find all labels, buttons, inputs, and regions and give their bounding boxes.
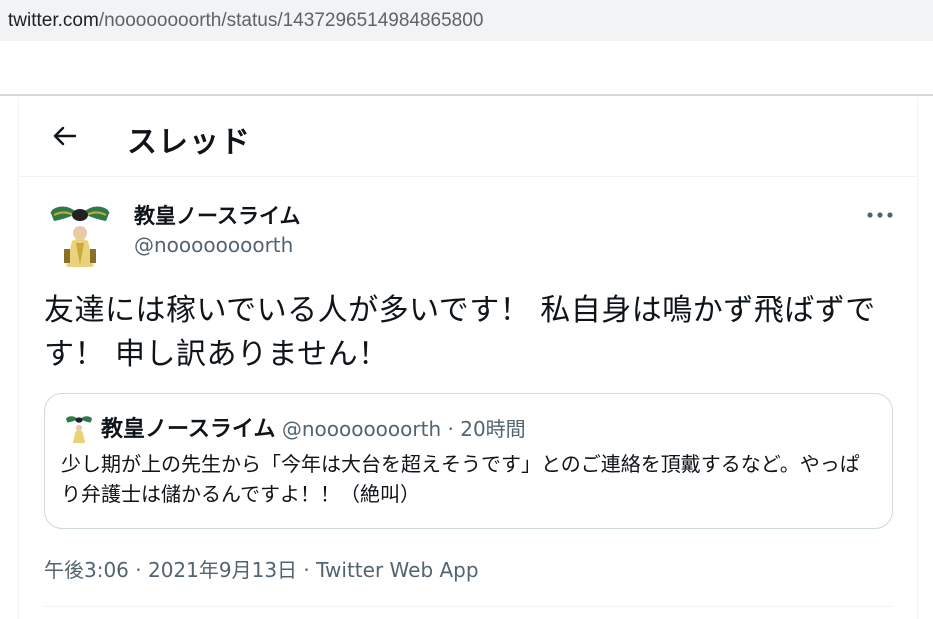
quote-avatar — [63, 412, 95, 444]
author-avatar-image — [44, 197, 116, 269]
meta-separator: · — [297, 558, 317, 582]
quote-author-handle: @noooooooorth — [281, 417, 442, 441]
address-bar[interactable]: twitter.com/noooooooorth/status/14372965… — [0, 0, 933, 41]
avatar[interactable] — [44, 197, 116, 269]
quote-text: 少し期が上の先生から「今年は大台を超えそうです」とのご連絡を頂戴するなど。やっぱ… — [61, 452, 860, 506]
quote-author-name: 教皇ノースライム — [101, 417, 276, 442]
more-options-button[interactable] — [863, 201, 897, 229]
quote-tweet-card[interactable]: 教皇ノースライム @noooooooorth · 20時間 少し期が上の先生から… — [44, 393, 893, 529]
quote-separator: · — [441, 417, 461, 441]
url-path: /noooooooorth/status/1437296514984865800 — [98, 9, 484, 31]
tweet-text: 友達には稼いでいる人が多いです！ 私自身は鳴かず飛ばずです！ 申し訳ありません！ — [44, 293, 876, 372]
thread-header: スレッド — [19, 97, 917, 177]
page-title: スレッド — [127, 125, 251, 160]
quote-time: 20時間 — [460, 417, 526, 441]
author-handle[interactable]: @noooooooorth — [134, 233, 293, 257]
main-column: スレッド 教皇ノースライム @noooooooorth 友達には稼いでいる人が多… — [18, 97, 918, 619]
quote-header: 教皇ノースライム @noooooooorth · 20時間 — [101, 411, 526, 443]
author-name[interactable]: 教皇ノースライム — [134, 200, 301, 230]
browser-toolbar-strip — [0, 41, 933, 96]
quote-avatar-image — [63, 412, 95, 444]
tweet-timestamp[interactable]: 午後3:06 · 2021年9月13日 — [44, 558, 297, 582]
tweet-metadata: 午後3:06 · 2021年9月13日 · Twitter Web App — [44, 554, 479, 583]
more-horizontal-icon — [867, 212, 893, 218]
arrow-left-icon — [53, 126, 77, 146]
tweet-source[interactable]: Twitter Web App — [316, 558, 478, 582]
divider — [44, 606, 893, 607]
url-host: twitter.com — [8, 9, 99, 31]
back-button[interactable] — [49, 121, 79, 151]
